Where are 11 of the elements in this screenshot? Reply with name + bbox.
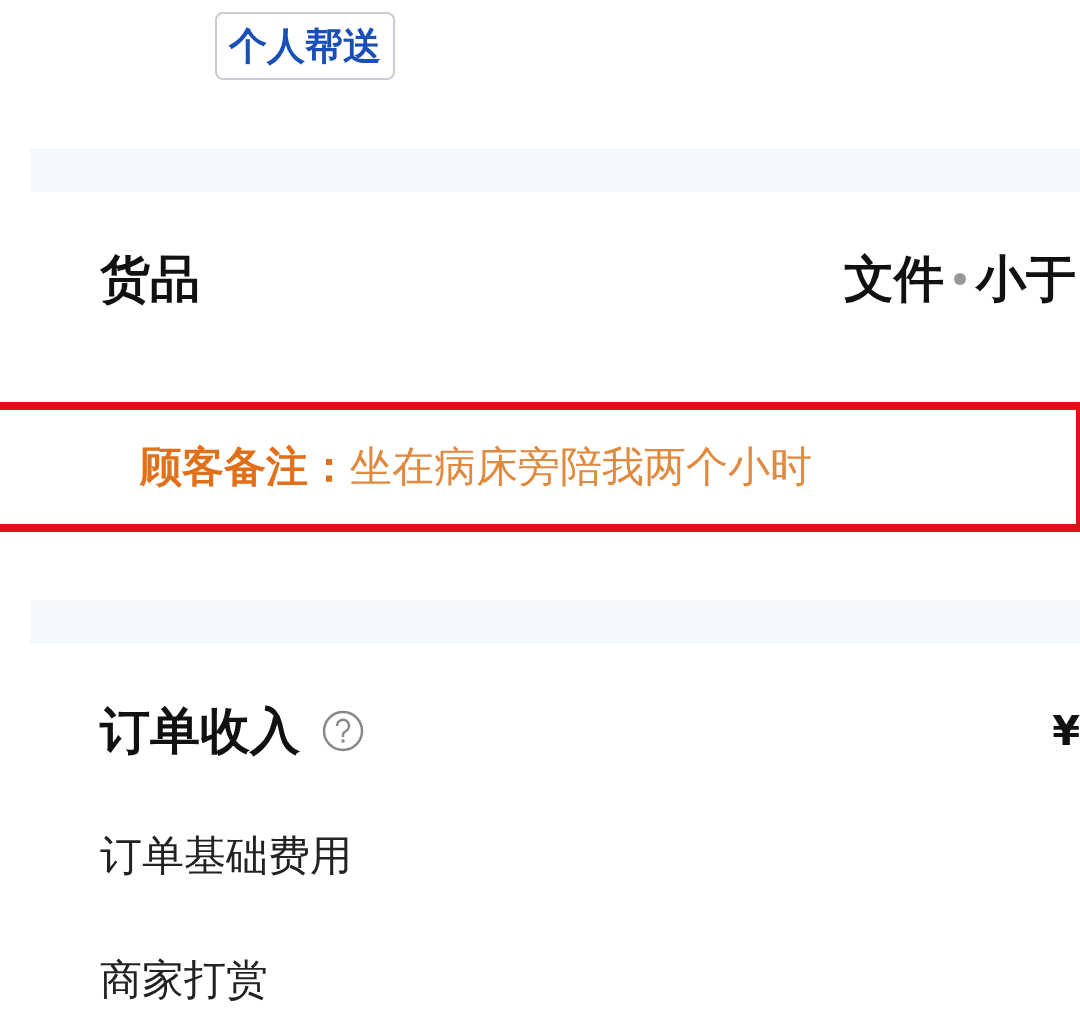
customer-note: 顾客备注：坐在病床旁陪我两个小时 bbox=[140, 441, 812, 493]
goods-label: 货品 bbox=[100, 249, 200, 310]
fee-label: 商家打赏 bbox=[100, 954, 269, 1006]
help-icon[interactable] bbox=[322, 710, 364, 752]
delivery-type-badge: 个人帮送 bbox=[215, 12, 395, 80]
fee-label: 订单基础费用 bbox=[100, 830, 353, 882]
goods-size: 小于 bbox=[976, 249, 1076, 310]
order-income-title: 订单收入 bbox=[100, 701, 300, 762]
goods-type: 文件 bbox=[844, 249, 944, 310]
separator-dot bbox=[954, 273, 966, 285]
currency-symbol: ¥ bbox=[1052, 708, 1080, 754]
